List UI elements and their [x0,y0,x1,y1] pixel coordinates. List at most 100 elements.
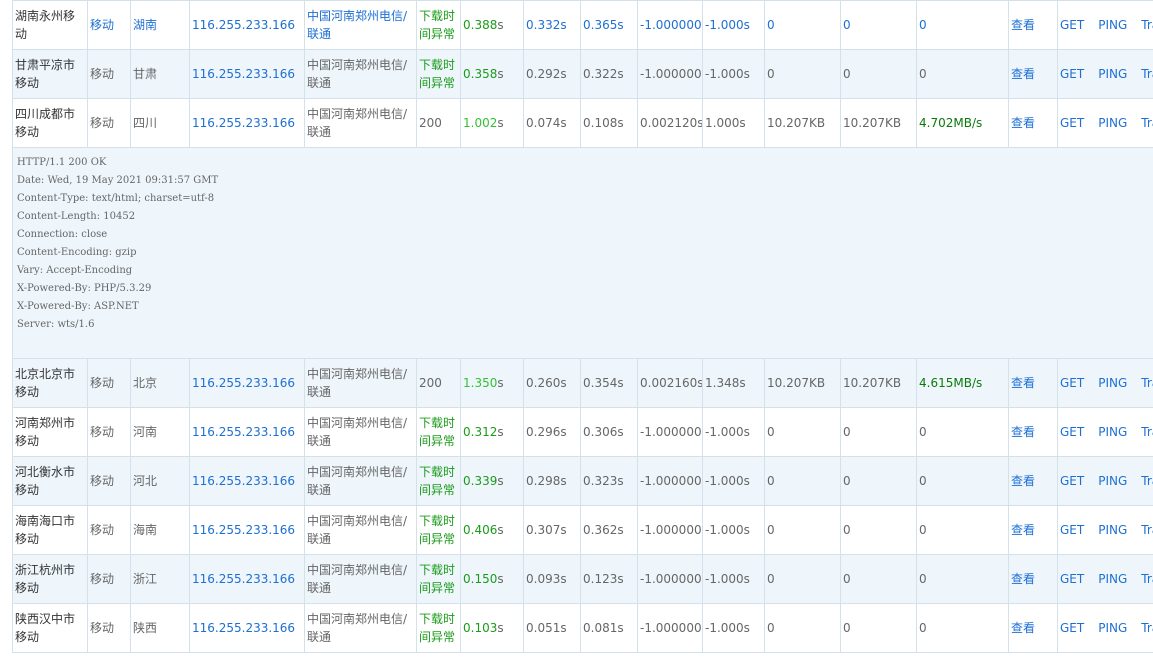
actions-cell: GET PING Tra [1057,456,1153,506]
transfer-time-cell: -1.000s [702,407,765,457]
actions-cell: GET PING Tra [1057,603,1153,653]
download-size-cell: 0 [840,505,917,555]
ping-link[interactable]: PING [1098,521,1127,539]
total-time-value: 0.103 [463,621,498,635]
total-time-unit: s [497,523,504,537]
get-link[interactable]: GET [1060,16,1084,34]
table-row: 湖南永州移动 移动 湖南 116.255.233.166 中国河南郑州电信/联通 下载时间… [12,0,1153,50]
get-link[interactable]: GET [1060,423,1084,441]
connect-time-cell: 0.306s [580,407,638,457]
download-time-cell: 0.002120s [637,98,703,148]
results-table: 湖南永州移动 移动 湖南 116.255.233.166 中国河南郑州电信/联通 下载时间… [12,0,1153,653]
download-time-cell: -1.000000s [637,49,703,99]
actions-cell: GET PING Tra [1057,358,1153,408]
view-link[interactable]: 查看 [1008,358,1058,408]
traceroute-link[interactable]: Tra [1141,65,1153,83]
download-size-cell: 10.207KB [840,98,917,148]
total-time-unit: s [497,572,504,586]
ping-link[interactable]: PING [1098,16,1127,34]
view-link[interactable]: 查看 [1008,0,1058,50]
ip-link[interactable]: 116.255.233.166 [189,358,305,408]
location-cell: 中国河南郑州电信/联通 [304,49,417,99]
ping-link[interactable]: PING [1098,423,1127,441]
isp-cell: 移动 [87,554,131,604]
ping-link[interactable]: PING [1098,570,1127,588]
table-row: 海南海口市移动 移动 海南 116.255.233.166 中国河南郑州电信/联通 下载时… [12,505,1153,555]
size-cell: 0 [764,505,841,555]
ping-link[interactable]: PING [1098,65,1127,83]
total-time-unit: s [497,474,504,488]
ip-link[interactable]: 116.255.233.166 [189,603,305,653]
province-cell[interactable]: 湖南 [130,0,190,50]
table-row: 陕西汉中市移动 移动 陕西 116.255.233.166 中国河南郑州电信/联通 下载时… [12,603,1153,653]
size-cell: 0 [764,456,841,506]
city-cell: 四川成都市移动 [12,98,88,148]
ping-link[interactable]: PING [1098,374,1127,392]
status-cell: 下载时间异常 [416,0,461,50]
table-row: 河北衡水市移动 移动 河北 116.255.233.166 中国河南郑州电信/联通 下载时… [12,456,1153,506]
ip-link[interactable]: 116.255.233.166 [189,456,305,506]
get-link[interactable]: GET [1060,472,1084,490]
location-cell: 中国河南郑州电信/联通 [304,456,417,506]
ip-link[interactable]: 116.255.233.166 [189,98,305,148]
download-time-cell: -1.000000s [637,0,703,50]
traceroute-link[interactable]: Tra [1141,619,1153,637]
download-size-cell: 0 [840,49,917,99]
total-time-cell: 0.406s [460,505,524,555]
total-time-value: 1.002 [463,116,498,130]
actions-cell: GET PING Tra [1057,49,1153,99]
total-time-value: 0.388 [463,18,498,32]
ip-link[interactable]: 116.255.233.166 [189,554,305,604]
get-link[interactable]: GET [1060,114,1084,132]
view-link[interactable]: 查看 [1008,49,1058,99]
get-link[interactable]: GET [1060,374,1084,392]
province-cell: 四川 [130,98,190,148]
size-cell: 0 [764,0,841,50]
ping-link[interactable]: PING [1098,619,1127,637]
view-link[interactable]: 查看 [1008,603,1058,653]
traceroute-link[interactable]: Tra [1141,114,1153,132]
ip-link[interactable]: 116.255.233.166 [189,505,305,555]
status-cell: 下载时间异常 [416,456,461,506]
total-time-cell: 0.358s [460,49,524,99]
view-link[interactable]: 查看 [1008,456,1058,506]
view-link[interactable]: 查看 [1008,505,1058,555]
traceroute-link[interactable]: Tra [1141,521,1153,539]
province-cell: 河北 [130,456,190,506]
traceroute-link[interactable]: Tra [1141,570,1153,588]
traceroute-link[interactable]: Tra [1141,423,1153,441]
transfer-time-cell: -1.000s [702,554,765,604]
traceroute-link[interactable]: Tra [1141,472,1153,490]
get-link[interactable]: GET [1060,619,1084,637]
traceroute-link[interactable]: Tra [1141,374,1153,392]
isp-cell[interactable]: 移动 [87,0,131,50]
get-link[interactable]: GET [1060,570,1084,588]
transfer-time-cell: 1.348s [702,358,765,408]
status-cell: 下载时间异常 [416,505,461,555]
resolve-time-cell: 0.296s [523,407,581,457]
view-link[interactable]: 查看 [1008,98,1058,148]
view-link[interactable]: 查看 [1008,407,1058,457]
total-time-value: 0.358 [463,67,498,81]
city-cell: 陕西汉中市移动 [12,603,88,653]
get-link[interactable]: GET [1060,65,1084,83]
total-time-value: 0.406 [463,523,498,537]
total-time-value: 0.339 [463,474,498,488]
rows-after: 北京北京市移动 移动 北京 116.255.233.166 中国河南郑州电信/联通 200… [12,358,1153,653]
ping-link[interactable]: PING [1098,472,1127,490]
download-time-cell: -1.000000s [637,456,703,506]
ip-link[interactable]: 116.255.233.166 [189,49,305,99]
get-link[interactable]: GET [1060,521,1084,539]
ip-link[interactable]: 116.255.233.166 [189,407,305,457]
status-cell: 下载时间异常 [416,554,461,604]
traceroute-link[interactable]: Tra [1141,16,1153,34]
location-cell: 中国河南郑州电信/联通 [304,554,417,604]
total-time-cell: 0.103s [460,603,524,653]
actions-cell: GET PING Tra [1057,554,1153,604]
ping-link[interactable]: PING [1098,114,1127,132]
ip-link[interactable]: 116.255.233.166 [189,0,305,50]
size-cell: 10.207KB [764,98,841,148]
resolve-time-cell: 0.093s [523,554,581,604]
location-cell[interactable]: 中国河南郑州电信/联通 [304,0,417,50]
view-link[interactable]: 查看 [1008,554,1058,604]
